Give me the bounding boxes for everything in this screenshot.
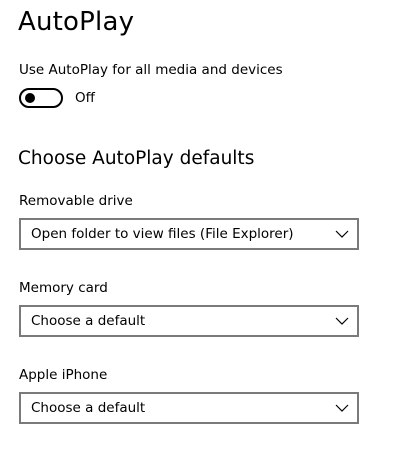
chevron-down-icon bbox=[335, 317, 349, 325]
page-title: AutoPlay bbox=[18, 7, 135, 37]
dropdown-selected-value: Choose a default bbox=[31, 400, 146, 416]
memory-card-dropdown[interactable]: Choose a default bbox=[19, 305, 359, 337]
chevron-down-icon bbox=[335, 404, 349, 412]
section-heading-autoplay-defaults: Choose AutoPlay defaults bbox=[18, 148, 255, 169]
removable-drive-label: Removable drive bbox=[19, 193, 133, 209]
chevron-down-icon bbox=[335, 230, 349, 238]
removable-drive-dropdown[interactable]: Open folder to view files (File Explorer… bbox=[19, 218, 359, 250]
autoplay-toggle-state: Off bbox=[75, 90, 95, 106]
autoplay-toggle-row: Off bbox=[19, 87, 95, 109]
autoplay-toggle-label: Use AutoPlay for all media and devices bbox=[19, 62, 283, 78]
autoplay-toggle-switch[interactable] bbox=[19, 88, 63, 108]
memory-card-label: Memory card bbox=[19, 280, 108, 296]
dropdown-selected-value: Open folder to view files (File Explorer… bbox=[31, 226, 294, 242]
apple-iphone-label: Apple iPhone bbox=[19, 367, 108, 383]
toggle-knob bbox=[25, 93, 35, 103]
apple-iphone-dropdown[interactable]: Choose a default bbox=[19, 392, 359, 424]
dropdown-selected-value: Choose a default bbox=[31, 313, 146, 329]
